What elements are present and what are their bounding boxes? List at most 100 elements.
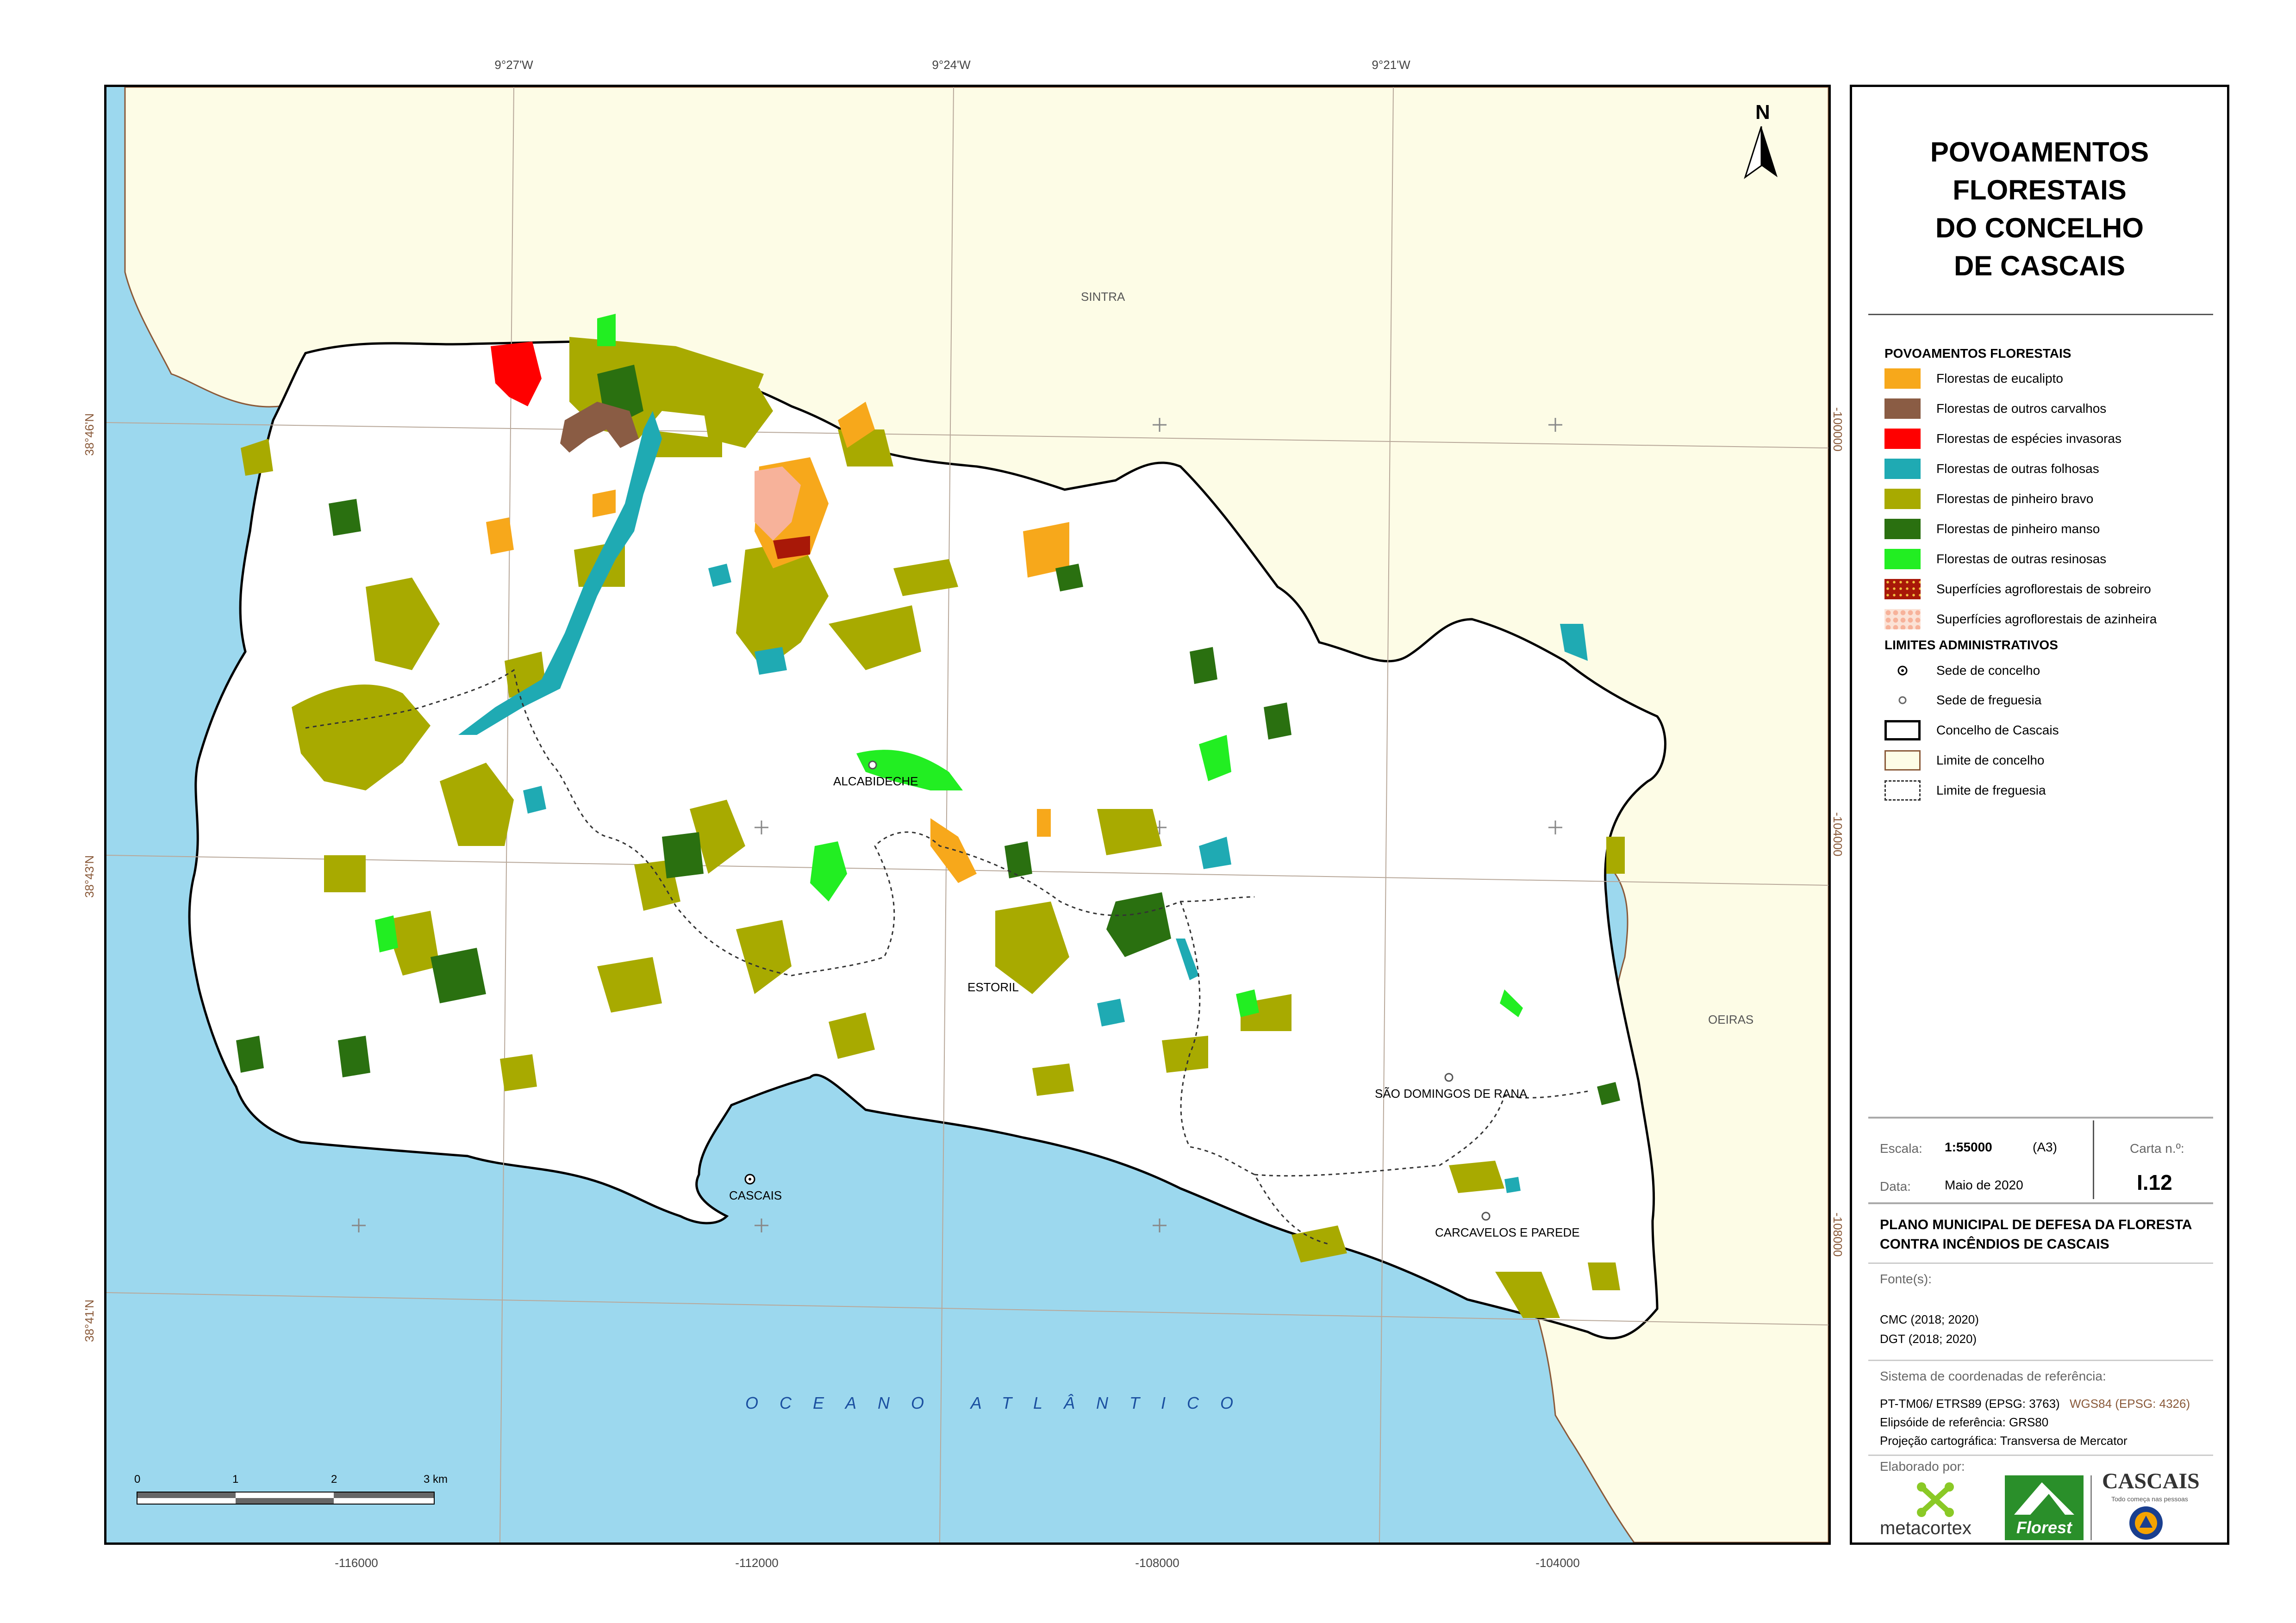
title-line-1: POVOAMENTOS [1930, 137, 2149, 168]
legend-forest-item: Florestas de outros carvalhos [1884, 397, 2106, 420]
paper-size: (A3) [2033, 1140, 2057, 1154]
legend-admin-concelho: Concelho de Cascais [1884, 719, 2059, 742]
florest-icon [2014, 1482, 2074, 1515]
legend-admin-sede-freguesia: Sede de freguesia [1884, 689, 2041, 712]
projection: Projeção cartográfica: Transversa de Mer… [1880, 1434, 2128, 1448]
legend-swatch [1884, 519, 1921, 539]
legend-label: Sede de concelho [1936, 663, 2040, 678]
date-label: Data: [1880, 1179, 1911, 1194]
scale-value: 1:55000 [1945, 1140, 1992, 1154]
coord-bottom-4: -104000 [1535, 1556, 1580, 1570]
legend-swatch [1884, 489, 1921, 509]
coord-right-3: -108000 [1831, 1213, 1845, 1257]
legend-forest-title: POVOAMENTOS FLORESTAIS [1884, 346, 2071, 361]
legend-admin-title: LIMITES ADMINISTRATIVOS [1884, 638, 2058, 652]
scale-tick-3: 3 km [424, 1473, 448, 1486]
scale-tick-2: 2 [331, 1473, 337, 1486]
legend-forest-item: Superfícies agroflorestais de sobreiro [1884, 578, 2151, 601]
legend-swatch [1884, 429, 1921, 449]
cascais-tagline: Todo começa nas pessoas [2111, 1495, 2188, 1503]
coord-bottom-2: -112000 [735, 1556, 779, 1570]
metacortex-text: metacortex [1880, 1518, 1972, 1538]
title-line-4: DE CASCAIS [1953, 250, 2126, 281]
north-arrow: N [1741, 101, 1791, 180]
label-sintra: SINTRA [1081, 290, 1125, 304]
legend-label: Florestas de outras folhosas [1936, 461, 2099, 476]
made-by-label: Elaborado por: [1880, 1459, 1965, 1474]
legend-label: Florestas de pinheiro manso [1936, 522, 2100, 536]
crs-label: Sistema de coordenadas de referência: [1880, 1369, 2106, 1383]
legend-forest-item: Florestas de espécies invasoras [1884, 427, 2121, 450]
legend-admin-limite-concelho: Limite de concelho [1884, 749, 2044, 772]
florest-text: Florest [2016, 1518, 2072, 1537]
sede-concelho-icon [1884, 660, 1921, 681]
divider [2090, 1475, 2092, 1540]
label-ocean: OCEANO ATLÂNTICO [745, 1393, 1255, 1412]
divider [1868, 314, 2213, 315]
date-value: Maio de 2020 [1945, 1178, 2023, 1192]
legend-admin-limite-freguesia: Limite de freguesia [1884, 779, 2046, 802]
divider [1868, 1117, 2213, 1119]
map-canvas[interactable] [106, 87, 1828, 1542]
limite-freguesia-swatch [1884, 780, 1921, 801]
legend-admin-sede-concelho: Sede de concelho [1884, 659, 2040, 682]
crs-main: PT-TM06/ ETRS89 (EPSG: 3763) [1880, 1397, 2060, 1411]
title-line-2: FLORESTAIS [1953, 174, 2127, 205]
cascais-text: CASCAIS [2102, 1469, 2200, 1493]
legend-label: Limite de concelho [1936, 753, 2045, 767]
cascais-logo: CASCAIS Todo começa nas pessoas [2102, 1468, 2218, 1542]
label-sao-domingos: SÃO DOMINGOS DE RANA [1375, 1087, 1528, 1101]
civil-protection-icon [2129, 1506, 2163, 1540]
legend-swatch [1884, 398, 1921, 419]
label-cascais: CASCAIS [729, 1188, 782, 1202]
legend-label: Florestas de eucalipto [1936, 371, 2063, 386]
north-arrow-icon [1744, 126, 1778, 179]
legend-swatch [1884, 579, 1921, 599]
label-alcabideche: ALCABIDECHE [833, 774, 918, 788]
sede-freguesia-icon [1884, 690, 1921, 710]
divider [1868, 1455, 2213, 1456]
label-carcavelos: CARCAVELOS E PAREDE [1435, 1225, 1580, 1239]
map-frame[interactable]: SINTRA OEIRAS ALCABIDECHE ESTORIL CASCAI… [104, 85, 1831, 1545]
label-estoril: ESTORIL [967, 980, 1019, 994]
legend-panel: POVOAMENTOS FLORESTAIS DO CONCELHO DE CA… [1850, 85, 2229, 1545]
map-title: POVOAMENTOS FLORESTAIS DO CONCELHO DE CA… [1852, 133, 2227, 285]
label-oeiras: OEIRAS [1708, 1013, 1754, 1026]
coord-right-2: -104000 [1831, 812, 1845, 857]
legend-label: Concelho de Cascais [1936, 723, 2059, 737]
crs-alt: WGS84 (EPSG: 4326) [2070, 1397, 2190, 1411]
legend-swatch [1884, 549, 1921, 569]
scale-label: Escala: [1880, 1141, 1922, 1156]
legend-forest-item: Florestas de pinheiro manso [1884, 517, 2100, 541]
limite-concelho-swatch [1884, 750, 1921, 771]
legend-forest-item: Florestas de pinheiro bravo [1884, 487, 2093, 510]
divider [1868, 1262, 2213, 1264]
title-line-3: DO CONCELHO [1935, 212, 2144, 243]
florest-logo: Florest [2005, 1475, 2084, 1540]
coord-bottom-3: -108000 [1135, 1556, 1179, 1570]
scale-bar: 0 1 2 3 km [134, 1473, 458, 1510]
ellipsoid: Elipsóide de referência: GRS80 [1880, 1415, 2049, 1429]
legend-label: Superfícies agroflorestais de azinheira [1936, 612, 2157, 626]
sheet-value: I.12 [2137, 1170, 2172, 1194]
coord-bottom-1: -116000 [335, 1556, 378, 1570]
coord-right-1: -100000 [1831, 407, 1845, 452]
legend-forest-item: Superfícies agroflorestais de azinheira [1884, 608, 2157, 631]
coord-top-3: 9°21'W [1372, 58, 1410, 72]
sources-label: Fonte(s): [1880, 1272, 1932, 1286]
metacortex-logo: metacortex [1880, 1480, 1991, 1540]
divider [2093, 1120, 2094, 1199]
divider [1868, 1360, 2213, 1361]
coord-top-2: 9°24'W [932, 58, 971, 72]
legend-swatch [1884, 368, 1921, 389]
scale-tick-1: 1 [232, 1473, 239, 1486]
metacortex-icon [1917, 1482, 1954, 1517]
concelho-swatch [1884, 720, 1921, 740]
legend-forest-item: Florestas de outras resinosas [1884, 547, 2106, 571]
legend-label: Sede de freguesia [1936, 693, 2042, 707]
legend-forest-item: Florestas de outras folhosas [1884, 457, 2099, 480]
legend-forest-item: Florestas de eucalipto [1884, 367, 2063, 390]
legend-label: Superfícies agroflorestais de sobreiro [1936, 582, 2151, 596]
divider [1868, 1202, 2213, 1204]
coord-top-1: 9°27'W [494, 58, 533, 72]
